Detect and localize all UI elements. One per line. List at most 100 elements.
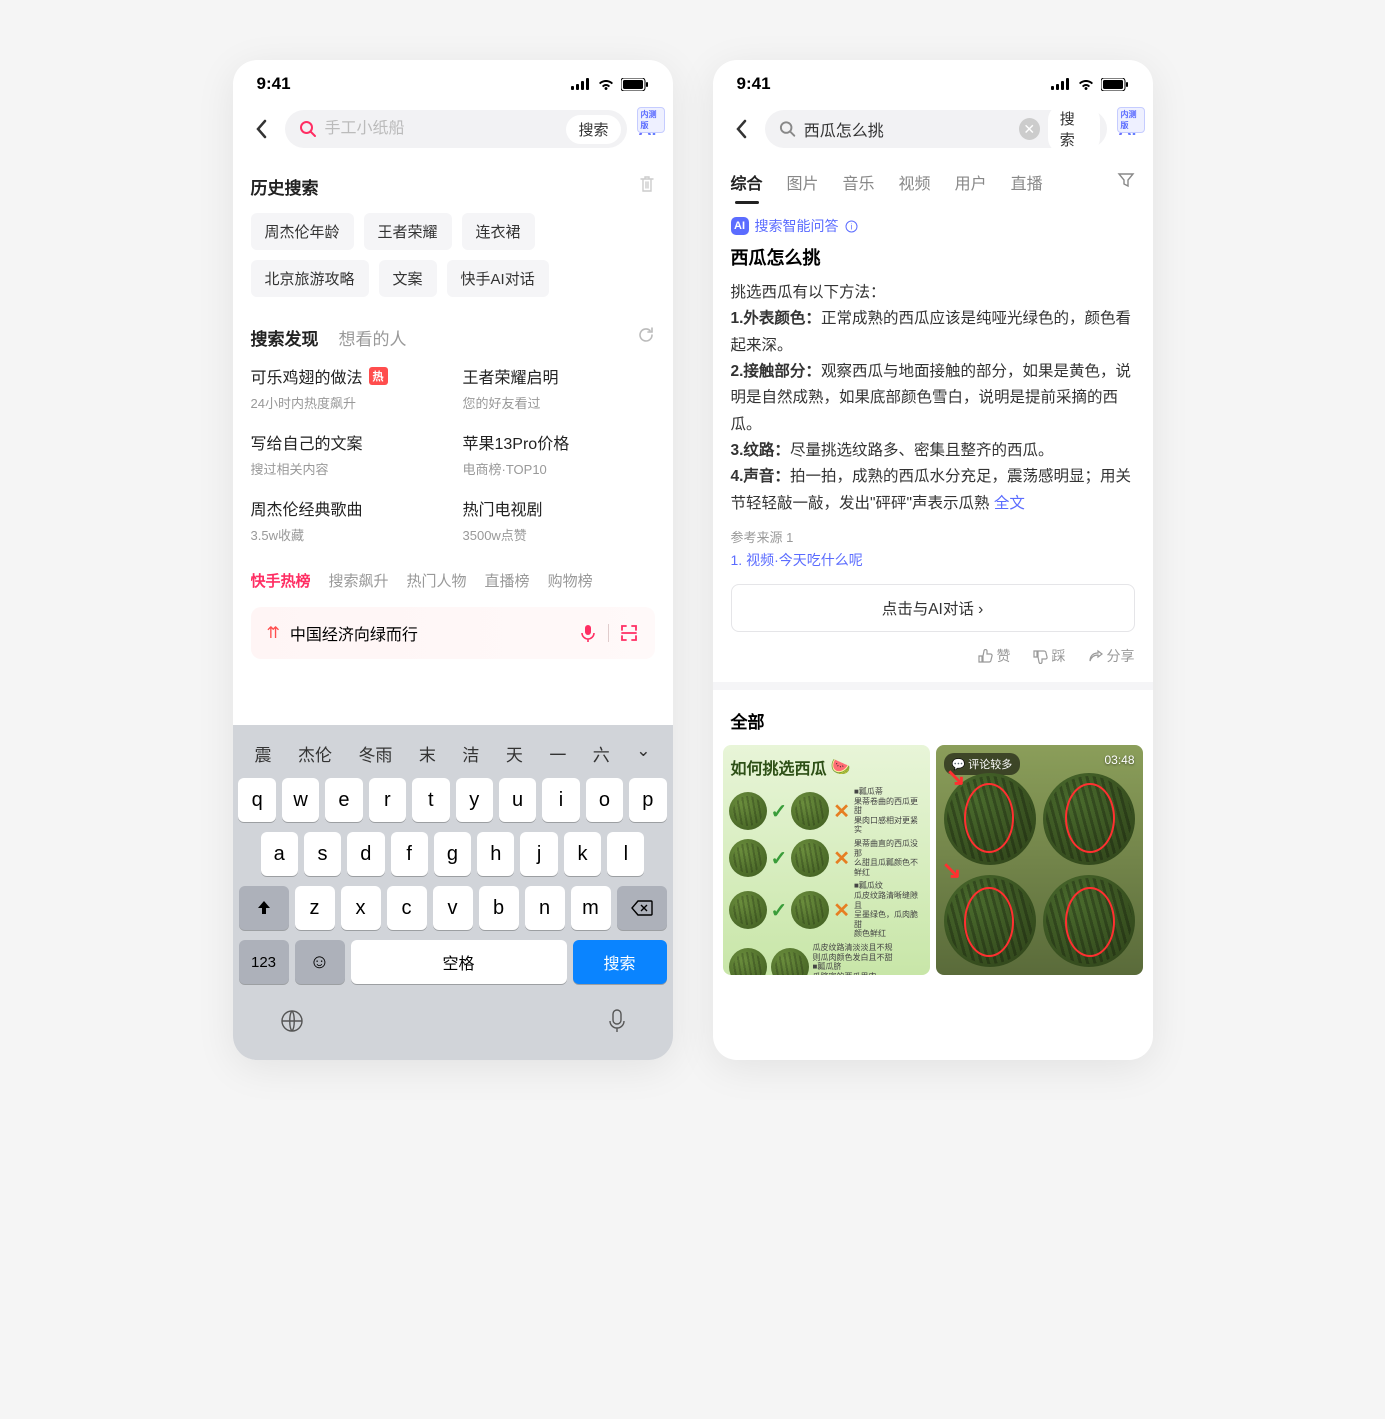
discover-tab-2[interactable]: 想看的人 [339,325,407,350]
tab[interactable]: 用户 [955,170,987,194]
discover-item[interactable]: 周杰伦经典歌曲3.5w收藏 [251,496,443,544]
signal-icon [571,78,591,90]
candidate[interactable]: 洁 [456,739,485,768]
space-key[interactable]: 空格 [351,940,567,984]
discover-item[interactable]: 王者荣耀启明您的好友看过 [463,364,655,412]
globe-icon[interactable] [279,1008,305,1034]
candidate[interactable]: 一 [543,739,572,768]
tab[interactable]: 直播 [1011,170,1043,194]
search-icon [299,120,317,138]
enter-key[interactable]: 搜索 [573,940,667,984]
result-card[interactable]: 如何挑选西瓜🍉 ✓✕■瓤瓜蒂果蒂卷曲的西瓜更甜果肉口感相对更紧实 ✓✕果蒂曲直的… [723,745,930,975]
key[interactable]: a [261,832,298,876]
candidate[interactable]: 震 [249,739,278,768]
history-chip[interactable]: 文案 [379,260,437,297]
key[interactable]: j [520,832,557,876]
ai-chat-button[interactable]: 点击与AI对话 › [731,584,1135,632]
candidate[interactable]: 末 [413,739,442,768]
discover-item[interactable]: 苹果13Pro价格电商榜·TOP10 [463,430,655,478]
key[interactable]: k [564,832,601,876]
candidate[interactable]: 天 [500,739,529,768]
filter-icon[interactable] [1117,171,1135,194]
info-icon[interactable]: i [845,220,858,233]
key[interactable]: l [607,832,644,876]
dislike-button[interactable]: 踩 [1033,646,1066,666]
discover-item[interactable]: 可乐鸡翅的做法热24小时内热度飙升 [251,364,443,412]
trash-icon[interactable] [639,175,655,198]
wifi-icon [597,78,615,90]
discover-tab-1[interactable]: 搜索发现 [251,325,319,350]
key[interactable]: r [369,778,406,822]
key[interactable]: n [525,886,565,930]
key[interactable]: h [477,832,514,876]
key[interactable]: o [586,778,623,822]
rank-tab[interactable]: 购物榜 [548,570,593,591]
history-chip[interactable]: 周杰伦年龄 [251,213,354,250]
status-bar: 9:41 [233,60,673,102]
like-button[interactable]: 赞 [978,646,1011,666]
candidate[interactable]: 杰伦 [292,739,338,768]
search-button[interactable]: 搜索 [1048,104,1101,154]
candidate[interactable]: 冬雨 [352,739,398,768]
delete-key[interactable] [617,886,667,930]
ai-button[interactable]: Ai [1117,115,1139,144]
key[interactable]: d [347,832,384,876]
search-input[interactable] [325,120,559,138]
mic-icon[interactable] [578,623,598,643]
key[interactable]: q [238,778,275,822]
source-link[interactable]: 1. 视频·今天吃什么呢 [731,550,1135,570]
shift-key[interactable] [239,886,289,930]
card-title: 如何挑选西瓜🍉 [723,745,930,785]
refresh-icon[interactable] [637,326,655,349]
trend-bar[interactable]: ⇈ 中国经济向绿而行 [251,607,655,659]
clear-button[interactable]: ✕ [1019,118,1040,140]
key[interactable]: x [341,886,381,930]
history-chip[interactable]: 北京旅游攻略 [251,260,369,297]
history-chip[interactable]: 王者荣耀 [364,213,452,250]
search-pill[interactable]: 搜索 [285,110,627,148]
key[interactable]: u [499,778,536,822]
key[interactable]: t [412,778,449,822]
key[interactable]: m [571,886,611,930]
candidate[interactable]: 六 [587,739,616,768]
rank-tab[interactable]: 热门人物 [407,570,467,591]
rank-tab[interactable]: 快手热榜 [251,570,311,591]
result-card[interactable]: 💬 评论较多 03:48 ↘ ↘ [936,745,1143,975]
numeric-key[interactable]: 123 [239,940,289,984]
key[interactable]: z [295,886,335,930]
ai-badge-icon: AI [731,217,749,235]
key[interactable]: v [433,886,473,930]
rank-tab[interactable]: 搜索飙升 [329,570,389,591]
search-pill[interactable]: ✕ 搜索 [765,110,1107,148]
key[interactable]: w [282,778,319,822]
history-chip[interactable]: 连衣裙 [462,213,535,250]
scan-icon[interactable] [619,623,639,643]
key[interactable]: f [391,832,428,876]
key[interactable]: c [387,886,427,930]
back-button[interactable] [727,115,755,143]
key[interactable]: e [325,778,362,822]
mic-icon[interactable] [607,1008,627,1034]
share-button[interactable]: 分享 [1088,646,1135,666]
tab[interactable]: 图片 [787,170,819,194]
key[interactable]: p [629,778,666,822]
chevron-down-icon[interactable]: ⌄ [630,739,656,768]
key[interactable]: s [304,832,341,876]
key[interactable]: g [434,832,471,876]
back-button[interactable] [247,115,275,143]
search-input[interactable] [804,120,1011,138]
tab[interactable]: 音乐 [843,170,875,194]
tab[interactable]: 综合 [731,170,763,194]
history-chip[interactable]: 快手AI对话 [447,260,549,297]
key[interactable]: b [479,886,519,930]
discover-item[interactable]: 热门电视剧3500w点赞 [463,496,655,544]
expand-link[interactable]: 全文 [994,495,1025,512]
emoji-key[interactable]: ☺ [295,940,345,984]
discover-item[interactable]: 写给自己的文案搜过相关内容 [251,430,443,478]
key[interactable]: i [542,778,579,822]
tab[interactable]: 视频 [899,170,931,194]
rank-tab[interactable]: 直播榜 [485,570,530,591]
search-button[interactable]: 搜索 [566,115,620,144]
ai-button[interactable]: Ai [637,115,659,144]
key[interactable]: y [456,778,493,822]
